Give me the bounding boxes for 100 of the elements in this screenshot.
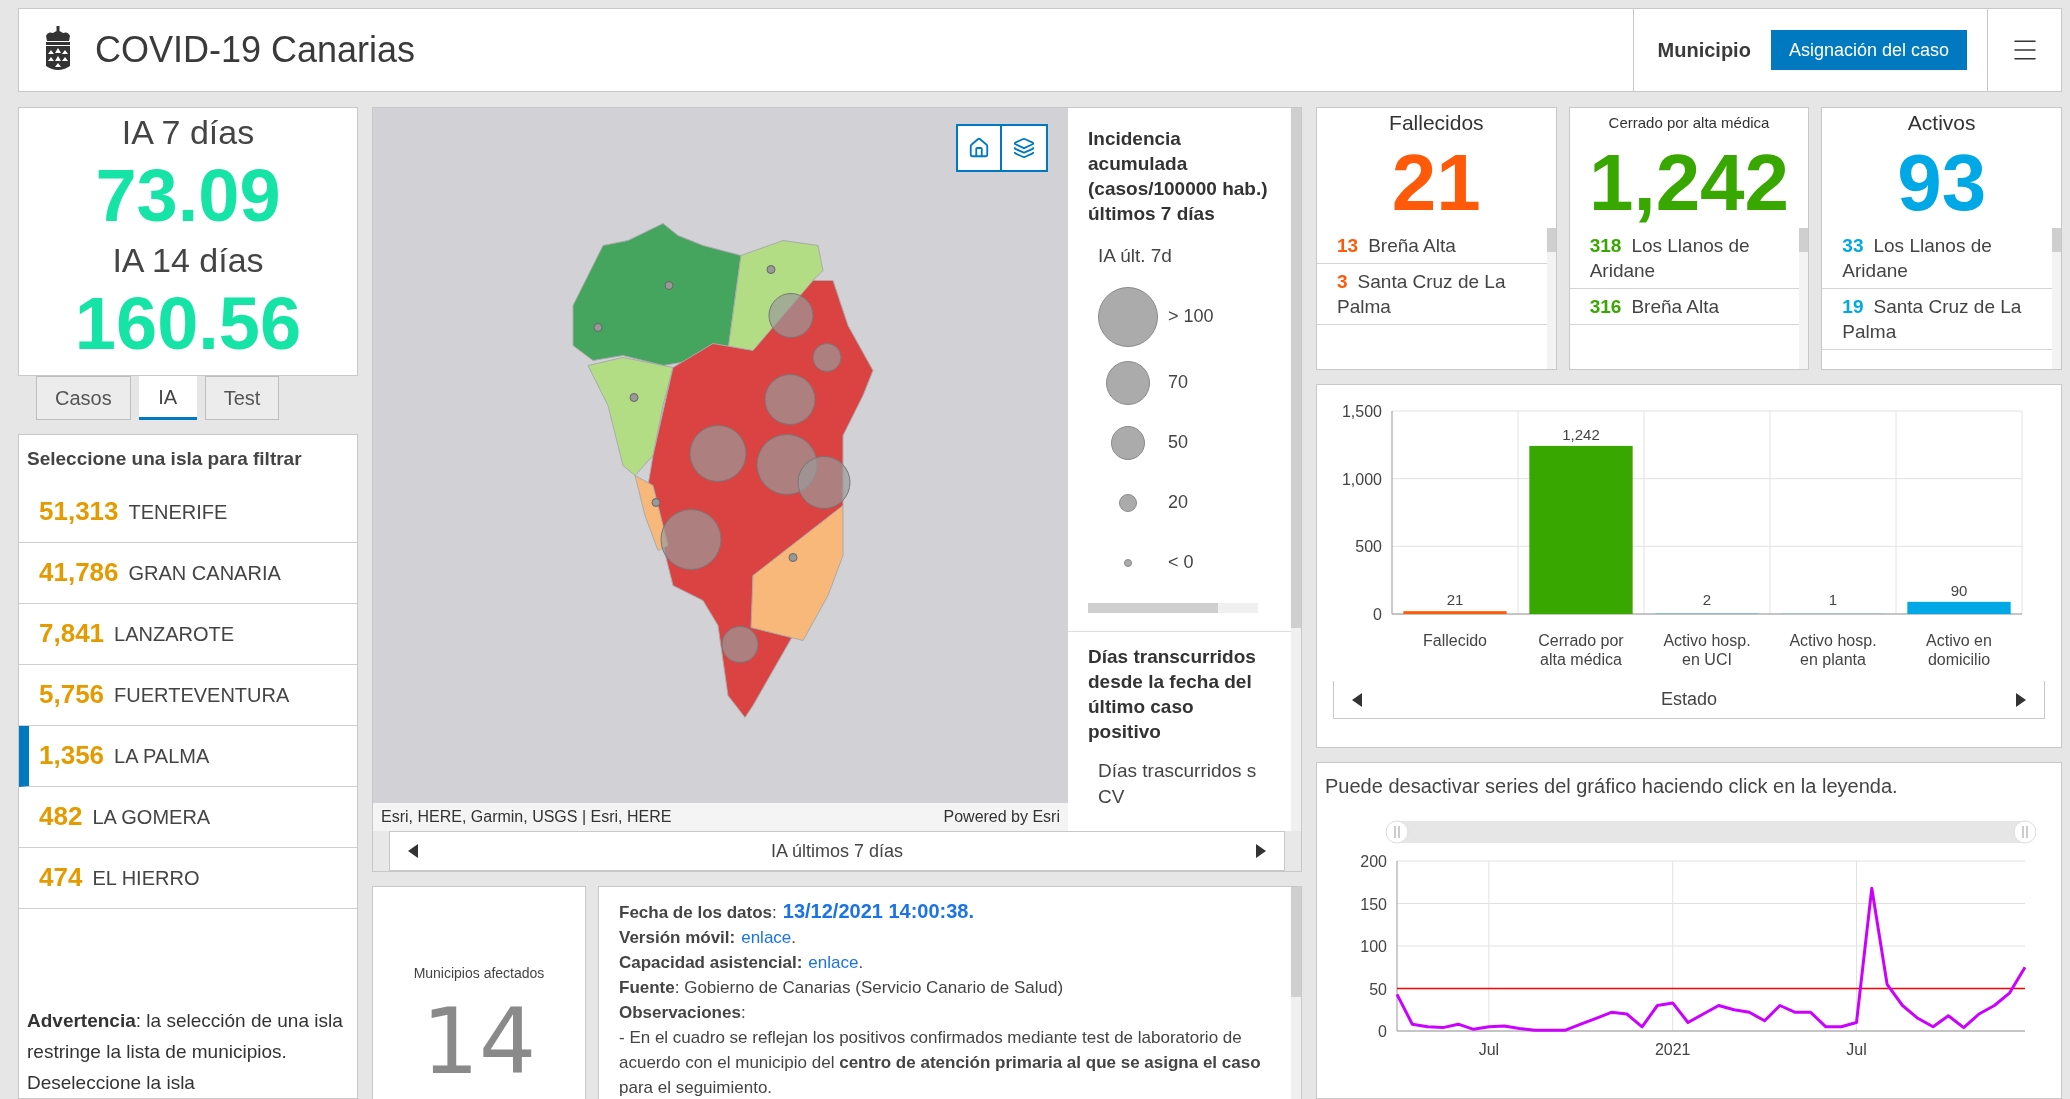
category-label: Fallecido: [1422, 631, 1488, 651]
bar-value-label: 2: [1702, 591, 1712, 608]
next-arrow-icon[interactable]: [1256, 844, 1266, 858]
stat-title: Activos: [1906, 110, 1977, 136]
map-view-title: IA últimos 7 días: [770, 839, 904, 863]
island-item[interactable]: 41,786 GRAN CANARIA: [19, 542, 357, 604]
line-series[interactable]: [1395, 886, 2027, 1032]
legend-label: 50: [1168, 431, 1189, 454]
header-tab[interactable]: Asignación del caso: [1770, 30, 1967, 70]
range-handle[interactable]: [1385, 820, 1409, 844]
bar[interactable]: [1907, 601, 2011, 614]
view-tab[interactable]: IA: [138, 376, 197, 420]
municipality-item[interactable]: 3 Santa Cruz de La Palma: [1317, 264, 1547, 325]
category-label: Activo hosp. en planta: [1788, 631, 1878, 669]
y-tick-label: 100: [1360, 938, 1387, 955]
vertical-scrollbar[interactable]: [2052, 228, 2061, 369]
island-item[interactable]: 5,756 FUERTEVENTURA: [19, 664, 357, 726]
category-label: Activo en domicilio: [1925, 631, 1993, 669]
ia14-value: 160.56: [74, 282, 302, 366]
y-tick-label: 1,500: [1341, 403, 1382, 420]
info-link[interactable]: enlace: [741, 928, 792, 947]
legend-label: CV: [1098, 784, 1126, 809]
legend-title: Días transcurridos desde la fecha del último caso positivo: [1088, 644, 1257, 744]
info-text: - En el cuadro se reflejan los positivos confirmados mediante test de laboratorio de acuerdo con el municipio del centro de atención primaria al que se asigna el caso para el seguimiento.: [619, 1027, 1262, 1099]
data-date-line: Fecha de los datos: 13/12/2021 14:00:38.: [619, 899, 976, 924]
affected-count: 14: [421, 992, 537, 1092]
ia7-label: IA 7 días: [121, 112, 255, 153]
y-tick-label: 1,000: [1341, 470, 1382, 488]
app-title: COVID-19 Canarias: [95, 28, 416, 72]
chart-note: Puede desactivar series del gráfico haciendo click en la leyenda.: [1325, 774, 1899, 799]
island-item[interactable]: 7,841 LANZAROTE: [19, 603, 357, 665]
horizontal-scrollbar[interactable]: [1088, 602, 1258, 613]
vertical-scrollbar[interactable]: [1291, 108, 1301, 831]
category-label: Activo hosp. en UCI: [1662, 631, 1752, 669]
vertical-scrollbar[interactable]: [1546, 228, 1556, 369]
municipality-item[interactable]: 13 Breña Alta: [1317, 228, 1547, 264]
legend-label: Días trascurridos s: [1098, 758, 1258, 783]
stat-value: 93: [1896, 138, 1988, 228]
legend-label: < 0: [1168, 551, 1194, 574]
island-name: LA PALMA: [114, 743, 210, 769]
map-attribution: Esri, HERE, Garmin, USGS | Esri, HERE: [381, 807, 672, 827]
info-line: Capacidad asistencial: enlace.: [619, 952, 865, 974]
bar-value-label: 1,242: [1562, 425, 1600, 443]
info-text: Fuente: Gobierno de Canarias (Servicio Canario de Salud): [619, 977, 1065, 999]
legend-label: > 100: [1168, 305, 1214, 328]
legend-label: 20: [1168, 491, 1189, 514]
island-name: GRAN CANARIA: [128, 560, 281, 586]
panel-heading: Seleccione una isla para filtrar: [26, 447, 303, 471]
stat-title: Cerrado por alta médica: [1607, 113, 1771, 133]
previous-arrow-icon[interactable]: [408, 844, 418, 858]
island-item[interactable]: 51,313 TENERIFE: [19, 481, 357, 543]
bar-value-label: 21: [1446, 591, 1464, 608]
info-text: Observaciones:: [619, 1002, 747, 1024]
y-tick-label: 0: [1373, 606, 1382, 623]
stat-title: Fallecidos: [1388, 110, 1485, 136]
previous-arrow-icon[interactable]: [1352, 692, 1362, 707]
case-count: 482: [39, 800, 83, 833]
x-tick-label: 2021: [1654, 1041, 1691, 1058]
island-item[interactable]: 1,356 LA PALMA: [19, 725, 357, 787]
ia14-label: IA 14 días: [112, 240, 264, 281]
y-tick-label: 200: [1360, 853, 1387, 870]
island-name: FUERTEVENTURA: [114, 682, 290, 708]
island-item[interactable]: 474 EL HIERRO: [19, 847, 357, 909]
view-tab[interactable]: Test: [204, 376, 280, 420]
case-count: 41,786: [39, 556, 119, 589]
warning-text: Advertencia: la selección de una isla restringe la lista de municipios. Deseleccione la isla: [26, 1009, 344, 1095]
bar-value-label: 90: [1950, 581, 1968, 599]
bar[interactable]: [1529, 445, 1633, 614]
affected-label: Municipios afectados: [413, 964, 545, 983]
island-name: EL HIERRO: [92, 865, 200, 891]
island-name: LA GOMERA: [92, 804, 211, 830]
y-tick-label: 150: [1360, 895, 1387, 913]
range-handle[interactable]: [2013, 820, 2037, 844]
vertical-scrollbar[interactable]: [1291, 887, 1301, 1099]
view-tab[interactable]: Casos: [36, 376, 131, 420]
case-count: 5,756: [39, 678, 105, 711]
next-arrow-icon[interactable]: [2016, 692, 2026, 707]
island-name: LANZAROTE: [114, 621, 235, 647]
powered-by-text: Powered by Esri: [943, 807, 1060, 827]
header-tab[interactable]: Municipio: [1653, 30, 1755, 70]
stat-value: 21: [1390, 138, 1482, 228]
info-line: Versión móvil: enlace.: [619, 927, 798, 949]
y-tick-label: 0: [1378, 1023, 1387, 1040]
legend-title: Incidencia acumulada (casos/100000 hab.) últimos 7 días: [1088, 127, 1269, 226]
y-tick-label: 50: [1369, 980, 1387, 998]
island-name: TENERIFE: [128, 499, 228, 525]
legend-label: 70: [1168, 371, 1189, 394]
info-link[interactable]: enlace: [808, 953, 859, 972]
bar[interactable]: [1403, 611, 1507, 614]
data-date: 13/12/2021 14:00:38.: [782, 900, 975, 922]
ia7-value: 73.09: [95, 154, 281, 238]
island-item[interactable]: 482 LA GOMERA: [19, 786, 357, 848]
case-count: 1,356: [39, 739, 105, 772]
x-tick-label: Jul: [1846, 1041, 1867, 1058]
home-icon: [968, 137, 990, 159]
case-count: 7,841: [39, 617, 105, 650]
category-label: Cerrado por alta médica: [1537, 631, 1625, 669]
vertical-scrollbar[interactable]: [1799, 228, 1809, 369]
legend-subtitle: IA últ. 7d: [1098, 244, 1173, 268]
x-tick-label: Jul: [1478, 1041, 1500, 1058]
